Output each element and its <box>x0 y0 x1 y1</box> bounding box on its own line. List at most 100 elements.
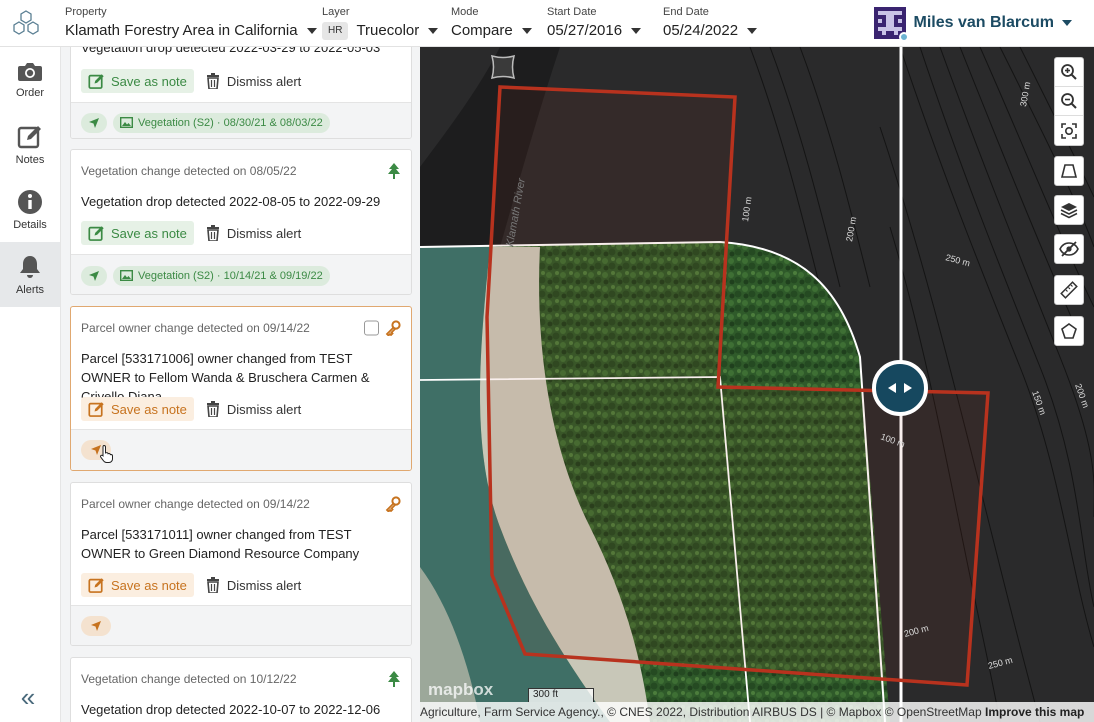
layers-button[interactable] <box>1054 195 1084 225</box>
mode-value: Compare <box>451 22 513 39</box>
improve-map-link[interactable]: Improve this map <box>985 705 1084 719</box>
chevron-down-icon <box>1062 20 1072 26</box>
save-as-note-button[interactable]: Save as note <box>81 69 194 93</box>
alert-card[interactable]: Parcel owner change detected on 09/14/22… <box>70 482 412 646</box>
perspective-button[interactable] <box>1054 156 1084 186</box>
fit-bounds-button[interactable] <box>1055 116 1083 145</box>
scale-bar: 300 ft <box>528 688 594 702</box>
select-checkbox[interactable] <box>364 320 379 336</box>
app-logo-icon[interactable] <box>10 9 42 39</box>
save-as-note-button[interactable]: Save as note <box>81 397 194 421</box>
chevron-down-icon <box>521 28 532 34</box>
status-dot <box>898 32 909 42</box>
mapbox-logo[interactable]: mapbox <box>428 680 493 700</box>
map-attribution: Agriculture, Farm Service Agency., © CNE… <box>420 702 1094 722</box>
dismiss-alert-button[interactable]: Dismiss alert <box>206 225 301 241</box>
alert-card[interactable]: Vegetation change detected on 08/05/22 V… <box>70 149 412 295</box>
toggle-visibility-button[interactable] <box>1054 234 1084 264</box>
nav-details-label: Details <box>13 218 47 231</box>
dismiss-alert-label: Dismiss alert <box>226 73 302 89</box>
alert-card-selected[interactable]: Parcel owner change detected on 09/14/22… <box>70 306 412 471</box>
end-date-selector[interactable]: End Date 05/24/2022 <box>663 6 758 41</box>
mode-selector[interactable]: Mode Compare <box>451 6 532 41</box>
start-date-value: 05/27/2016 <box>547 22 623 39</box>
edit-icon <box>88 73 104 89</box>
trash-icon <box>206 225 219 241</box>
polygon-icon <box>1061 323 1077 339</box>
draw-handle-icon[interactable] <box>488 53 518 81</box>
map-canvas[interactable]: Klamath River 300 m 100 m 200 m 250 m 15… <box>420 47 1094 722</box>
layers-icon <box>1060 203 1078 219</box>
nav-order-label: Order <box>15 86 45 99</box>
nav-alerts[interactable]: Alerts <box>0 242 60 307</box>
zoom-in-icon <box>1061 64 1077 80</box>
locate-icon <box>89 270 99 281</box>
user-name: Miles van Blarcum <box>913 14 1055 31</box>
save-as-note-button[interactable]: Save as note <box>81 221 194 245</box>
imagery-pill[interactable]: Vegetation (S2) · 10/14/21 & 09/19/22 <box>113 265 330 286</box>
measure-button[interactable] <box>1054 275 1084 305</box>
alert-title: Vegetation drop detected 2022-08-05 to 2… <box>81 194 381 209</box>
edit-icon <box>88 401 104 417</box>
imagery-pill-label: Vegetation (S2) · 10/14/21 & 09/19/22 <box>138 269 323 282</box>
save-as-note-label: Save as note <box>111 225 187 241</box>
locate-button[interactable] <box>81 112 107 133</box>
alert-header: Parcel owner change detected on 09/14/22 <box>81 321 310 335</box>
left-nav: Order Notes Details Alerts « <box>0 47 61 722</box>
arrows-horizontal-icon <box>888 383 912 393</box>
nav-details[interactable]: Details <box>0 177 60 242</box>
start-date-selector[interactable]: Start Date 05/27/2016 <box>547 6 642 41</box>
chevron-down-icon <box>428 28 439 34</box>
alert-card[interactable]: Vegetation change detected on 10/12/22 V… <box>70 657 412 722</box>
trash-icon <box>206 73 219 89</box>
attribution-text: Agriculture, Farm Service Agency., © CNE… <box>420 705 982 719</box>
chevron-down-icon <box>747 28 758 34</box>
alert-title: Parcel [533171006] owner changed from TE… <box>81 351 370 404</box>
edit-icon <box>88 225 104 241</box>
chevron-down-icon <box>306 28 317 34</box>
alert-header: Vegetation change detected on 08/05/22 <box>81 164 297 178</box>
eye-off-icon <box>1059 241 1079 257</box>
layer-label: Layer <box>322 6 350 18</box>
fit-icon <box>1061 122 1077 139</box>
locate-button[interactable] <box>81 616 111 636</box>
map-view[interactable]: Klamath River 300 m 100 m 200 m 250 m 15… <box>420 47 1094 722</box>
perspective-icon <box>1060 164 1078 178</box>
locate-button[interactable] <box>81 265 107 286</box>
property-value: Klamath Forestry Area in California <box>65 22 298 39</box>
locate-icon <box>91 621 101 631</box>
zoom-out-button[interactable] <box>1055 87 1083 116</box>
end-date-value: 05/24/2022 <box>663 22 739 39</box>
layer-selector[interactable]: Layer HR Truecolor <box>322 6 439 41</box>
nav-alerts-label: Alerts <box>15 283 45 296</box>
save-as-note-label: Save as note <box>111 73 187 89</box>
nav-order[interactable]: Order <box>0 47 60 112</box>
dismiss-alert-button[interactable]: Dismiss alert <box>206 401 301 417</box>
collapse-sidebar-button[interactable]: « <box>16 684 40 710</box>
property-label: Property <box>65 6 107 18</box>
alert-card[interactable]: Vegetation drop detected 2022-03-29 to 2… <box>70 47 412 139</box>
mode-label: Mode <box>451 6 479 18</box>
top-bar: Property Klamath Forestry Area in Califo… <box>0 0 1094 47</box>
key-icon <box>385 320 401 336</box>
avatar <box>873 7 909 42</box>
imagery-pill[interactable]: Vegetation (S2) · 08/30/21 & 08/03/22 <box>113 112 330 133</box>
property-selector[interactable]: Property Klamath Forestry Area in Califo… <box>65 6 317 41</box>
start-date-label: Start Date <box>547 6 597 18</box>
tree-icon <box>388 163 400 179</box>
zoom-in-button[interactable] <box>1055 58 1083 87</box>
compare-slider-handle[interactable] <box>872 360 928 416</box>
image-icon <box>120 117 133 128</box>
user-menu[interactable]: Miles van Blarcum <box>873 7 1072 42</box>
resolution-badge: HR <box>322 22 349 40</box>
dismiss-alert-button[interactable]: Dismiss alert <box>206 577 301 593</box>
image-icon <box>120 270 133 281</box>
zoom-out-icon <box>1061 93 1077 109</box>
info-icon <box>18 189 42 214</box>
draw-polygon-button[interactable] <box>1054 316 1084 346</box>
nav-notes[interactable]: Notes <box>0 112 60 177</box>
save-as-note-button[interactable]: Save as note <box>81 573 194 597</box>
dismiss-alert-button[interactable]: Dismiss alert <box>206 73 301 89</box>
save-as-note-label: Save as note <box>111 401 187 417</box>
bell-icon <box>20 255 40 278</box>
